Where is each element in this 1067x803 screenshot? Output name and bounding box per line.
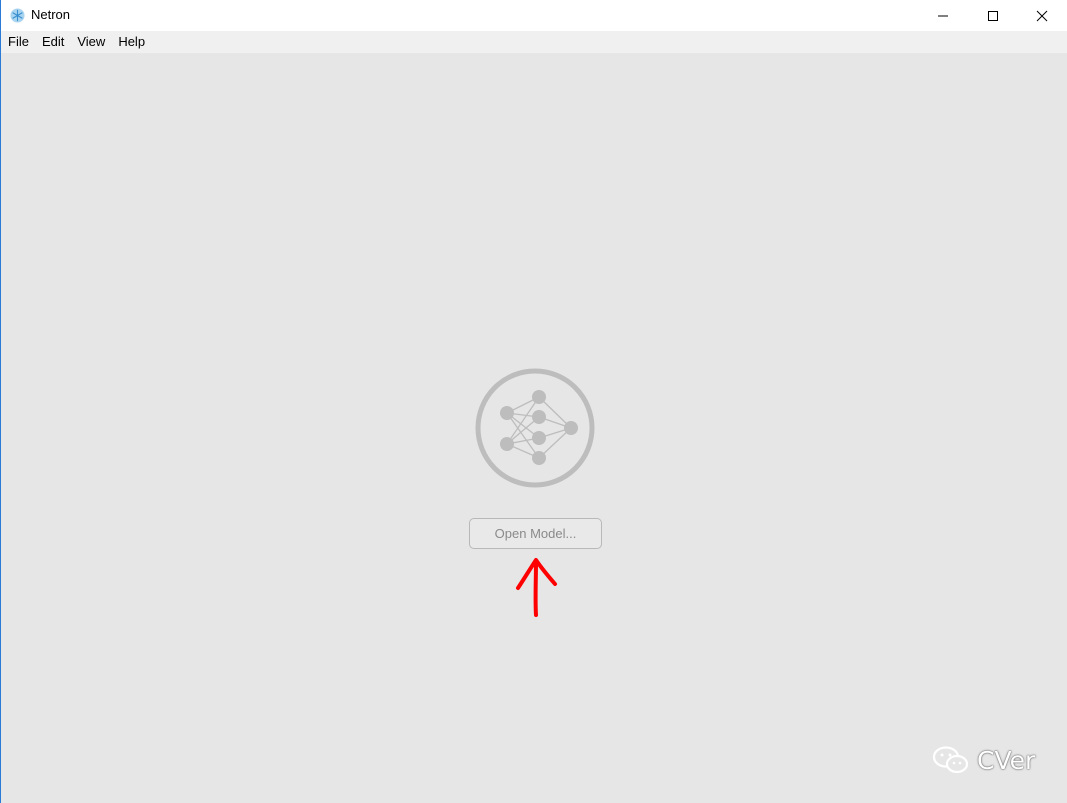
- title-bar[interactable]: Netron: [1, 0, 1067, 31]
- menu-help[interactable]: Help: [111, 31, 151, 53]
- menu-view[interactable]: View: [70, 31, 111, 53]
- red-arrow-up-icon: [516, 558, 557, 617]
- minimize-button[interactable]: [919, 0, 967, 31]
- netron-window: Netron File Edit View Help Open Model...…: [0, 0, 1067, 803]
- open-model-button[interactable]: Open Model...: [469, 518, 602, 549]
- wechat-icon: [932, 746, 969, 774]
- maximize-icon: [988, 10, 998, 21]
- netron-snowflake-icon: [10, 8, 25, 23]
- welcome-area: Open Model... CVer: [1, 53, 1067, 803]
- watermark-text: CVer: [977, 745, 1036, 775]
- close-icon: [1036, 10, 1048, 21]
- maximize-button[interactable]: [969, 0, 1017, 31]
- minimize-icon: [938, 15, 948, 16]
- close-button[interactable]: [1018, 0, 1066, 31]
- watermark: CVer: [931, 743, 1035, 777]
- menu-edit[interactable]: Edit: [35, 31, 70, 53]
- menu-file[interactable]: File: [1, 31, 35, 53]
- window-title: Netron: [31, 7, 71, 22]
- neural-network-logo-icon: [475, 368, 595, 488]
- menu-bar: File Edit View Help: [1, 31, 1067, 53]
